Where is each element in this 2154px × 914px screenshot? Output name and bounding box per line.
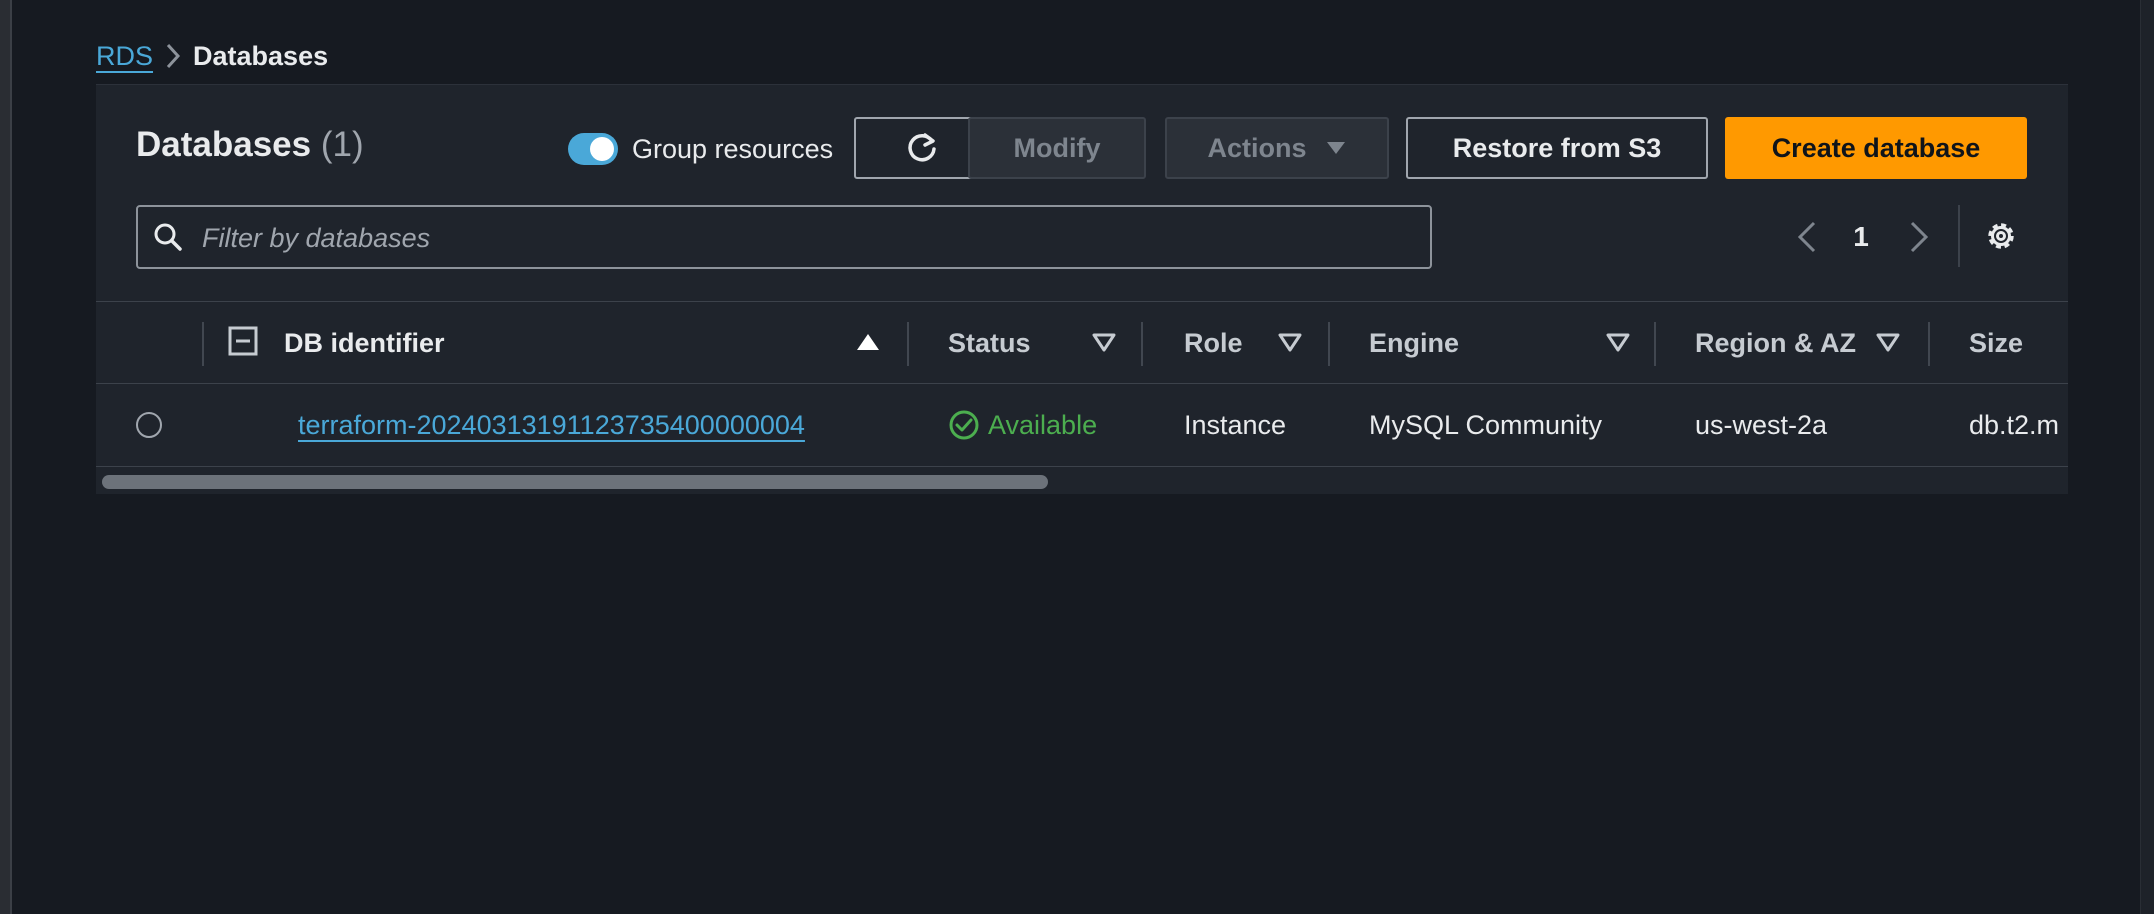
breadcrumb-rds-link[interactable]: RDS — [96, 41, 153, 72]
window-left-edge — [0, 0, 12, 914]
sort-ascending-icon[interactable] — [854, 328, 882, 356]
window-right-edge — [2140, 0, 2154, 914]
collapse-icon[interactable] — [228, 326, 258, 356]
breadcrumb: RDS Databases — [96, 38, 328, 74]
database-count: (1) — [320, 125, 364, 164]
filter-field[interactable] — [136, 205, 1432, 269]
gear-icon[interactable] — [1982, 217, 2020, 255]
column-divider — [907, 322, 909, 366]
databases-panel: Databases (1) Group resources Modify Act… — [96, 84, 2068, 494]
check-circle-icon — [949, 410, 979, 440]
toggle-knob — [590, 137, 614, 161]
current-page-number[interactable]: 1 — [1846, 217, 1876, 257]
group-resources-toggle[interactable] — [568, 133, 618, 165]
chevron-right-icon — [153, 42, 193, 70]
cell-db-identifier: terraform-20240313191123735400000004 — [298, 384, 805, 466]
cell-size: db.t2.m — [1969, 409, 2060, 440]
cell-role: Instance — [1184, 409, 1287, 440]
restore-from-s3-button[interactable]: Restore from S3 — [1406, 117, 1708, 179]
filter-databases-input[interactable] — [200, 207, 1404, 269]
search-icon — [154, 223, 182, 251]
sort-icon[interactable] — [1874, 328, 1902, 356]
status-badge: Available — [988, 409, 1098, 440]
table-header-row: DB identifier Status Role Engine Region … — [96, 301, 2068, 383]
column-header-engine[interactable]: Engine — [1369, 302, 1459, 384]
column-divider — [1654, 322, 1656, 366]
column-header-region[interactable]: Region & AZ — [1695, 302, 1856, 384]
caret-down-icon — [1326, 142, 1345, 154]
actions-label: Actions — [1207, 132, 1307, 163]
panel-title-text: Databases — [136, 125, 312, 164]
column-header-status[interactable]: Status — [948, 302, 1031, 384]
column-header-role[interactable]: Role — [1184, 302, 1243, 384]
db-identifier-link[interactable]: terraform-20240313191123735400000004 — [298, 410, 805, 441]
actions-button[interactable]: Actions — [1165, 117, 1389, 179]
group-resources-label: Group resources — [632, 134, 834, 164]
column-header-db-identifier[interactable]: DB identifier — [284, 302, 445, 384]
sort-icon[interactable] — [1604, 328, 1632, 356]
row-select-radio[interactable] — [136, 412, 162, 438]
column-divider — [1328, 322, 1330, 366]
scrollbar-thumb[interactable] — [102, 475, 1048, 489]
cell-status: Available — [948, 384, 1097, 466]
cell-engine: MySQL Community — [1369, 409, 1603, 440]
table-row[interactable]: terraform-20240313191123735400000004 Ava… — [96, 383, 2068, 467]
previous-page-icon[interactable] — [1792, 219, 1824, 255]
horizontal-scrollbar[interactable] — [96, 467, 2068, 494]
breadcrumb-current: Databases — [193, 40, 329, 71]
create-database-button[interactable]: Create database — [1725, 117, 2027, 179]
sort-icon[interactable] — [1276, 328, 1304, 356]
column-divider — [202, 322, 204, 366]
next-page-icon[interactable] — [1902, 219, 1934, 255]
cell-region: us-west-2a — [1695, 409, 1828, 440]
column-header-size[interactable]: Size — [1969, 302, 2023, 384]
column-divider — [1928, 322, 1930, 366]
modify-button[interactable]: Modify — [968, 117, 1146, 179]
pager-divider — [1958, 205, 1960, 267]
page-title: Databases (1) — [136, 125, 364, 165]
column-divider — [1141, 322, 1143, 366]
refresh-icon — [908, 133, 936, 162]
sort-icon[interactable] — [1090, 328, 1118, 356]
